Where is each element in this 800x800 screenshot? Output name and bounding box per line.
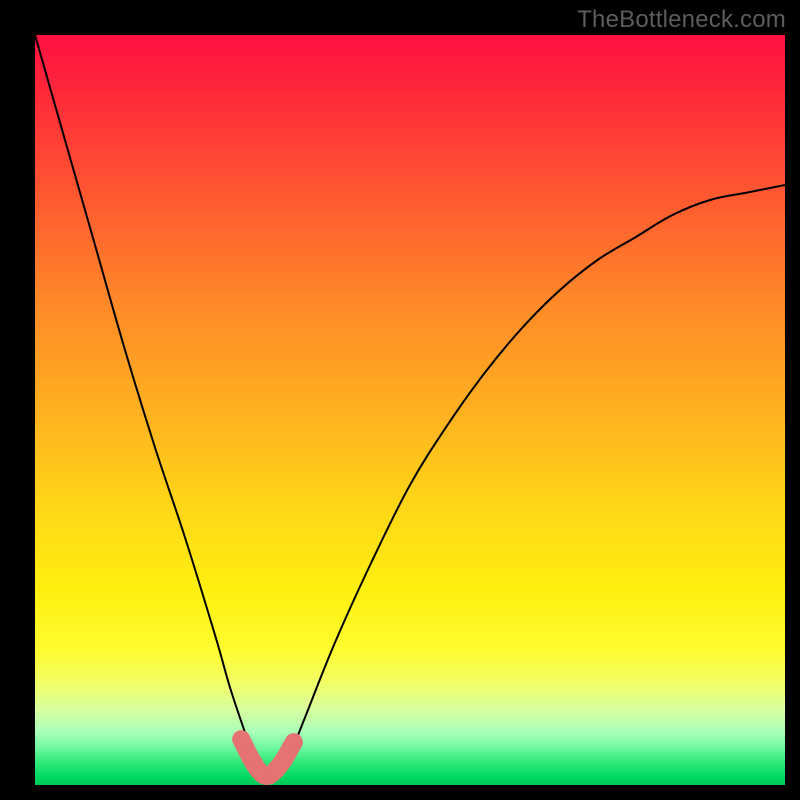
chart-frame: TheBottleneck.com [0,0,800,800]
marker-dot [232,730,250,748]
watermark-text: TheBottleneck.com [577,6,786,34]
plot-area [35,35,785,785]
bottleneck-curve-path [35,35,785,779]
marker-dot [285,733,303,751]
bottleneck-chart [35,35,785,785]
marker-dot [275,751,293,769]
